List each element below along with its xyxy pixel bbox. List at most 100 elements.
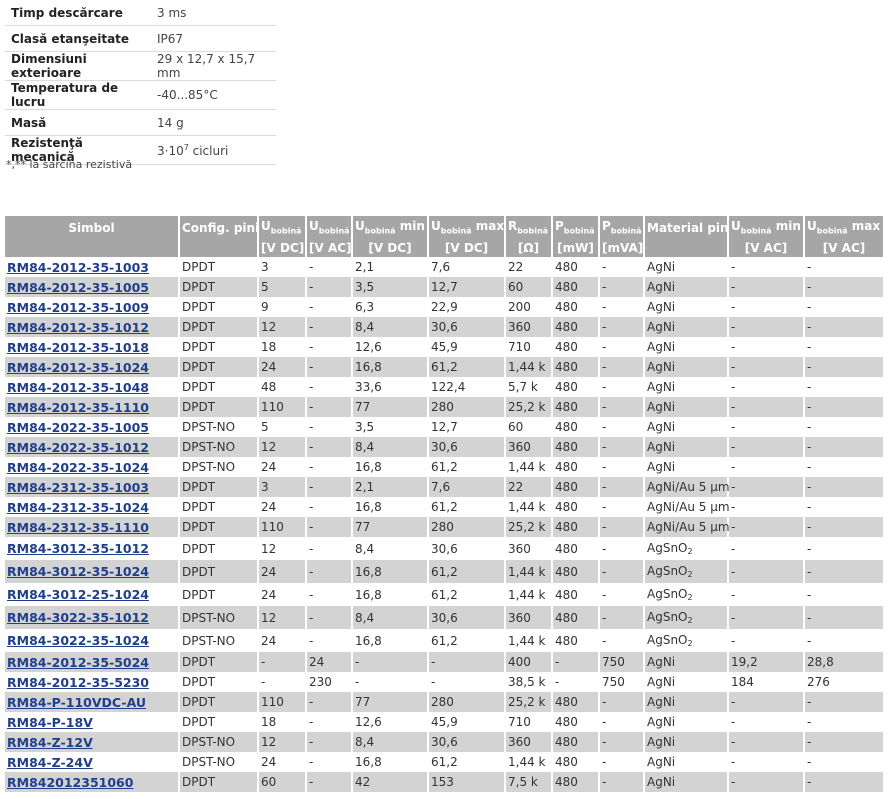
- cell-u-dc: 9: [259, 297, 307, 317]
- product-link[interactable]: RM84-Z-12V: [7, 735, 93, 750]
- product-link[interactable]: RM84-2012-35-5230: [7, 675, 149, 690]
- cell-config: DPST-NO: [180, 732, 259, 752]
- cell-u-ac: -: [307, 712, 353, 732]
- cell-u-min-dc: 77: [353, 397, 429, 417]
- cell-u-max-ac: -: [805, 417, 885, 437]
- cell-u-max-ac: -: [805, 297, 885, 317]
- cell-u-max-ac: -: [805, 629, 885, 652]
- table-row: RM84-2312-35-1110 DPDT 110-77 280 25,2 k 480-…: [5, 517, 885, 537]
- cell-simbol: RM84-3012-35-1012: [5, 537, 180, 560]
- product-link[interactable]: RM84-2012-35-1012: [7, 320, 149, 335]
- cell-p-mva: -: [600, 629, 645, 652]
- cell-u-min-dc: 3,5: [353, 277, 429, 297]
- cell-u-ac: -: [307, 477, 353, 497]
- cell-u-min-ac: -: [729, 752, 805, 772]
- cell-simbol: RM84-3022-35-1024: [5, 629, 180, 652]
- product-link[interactable]: RM84-3022-35-1012: [7, 610, 149, 625]
- cell-p-mva: -: [600, 712, 645, 732]
- product-link[interactable]: RM84-3022-35-1024: [7, 633, 149, 648]
- cell-material: AgNi/Au 5 µm: [645, 477, 730, 497]
- product-link[interactable]: RM84-2312-35-1024: [7, 500, 149, 515]
- product-link[interactable]: RM842012351060: [7, 775, 133, 790]
- cell-p-mva: -: [600, 377, 645, 397]
- cell-u-min-dc: 12,6: [353, 712, 429, 732]
- spec-row: Masă 14 g: [5, 109, 276, 136]
- cell-simbol: RM84-P-110VDC-AU: [5, 692, 180, 712]
- cell-p-mw: -: [553, 652, 600, 672]
- product-link[interactable]: RM84-3012-35-1012: [7, 541, 149, 556]
- cell-p-mw: 480: [553, 560, 600, 583]
- cell-u-ac: -: [307, 277, 353, 297]
- spec-value: 29 x 12,7 x 15,7 mm: [151, 51, 276, 81]
- cell-u-min-dc: 12,6: [353, 337, 429, 357]
- unit-cell: [mW]: [553, 239, 600, 257]
- cell-config: DPDT: [180, 537, 259, 560]
- cell-material: AgNi: [645, 417, 729, 437]
- cell-u-min-ac: -: [729, 560, 805, 583]
- cell-u-ac: -: [307, 772, 353, 792]
- cell-config: DPDT: [180, 712, 259, 732]
- cell-r: 1,44 k: [506, 629, 553, 652]
- table-row: RM84-2022-35-1012 DPST-NO 12-8,4 30,6 360 480…: [5, 437, 885, 457]
- cell-simbol: RM84-P-18V: [5, 712, 180, 732]
- cell-u-min-ac: 19,2: [729, 652, 805, 672]
- cell-material: AgNi: [645, 377, 729, 397]
- table-row: RM84-2022-35-1005 DPST-NO 5-3,5 12,7 60 480- A…: [5, 417, 885, 437]
- cell-u-max-dc: 12,7: [429, 417, 506, 437]
- cell-u-max-dc: 61,2: [429, 752, 506, 772]
- product-link[interactable]: RM84-P-18V: [7, 715, 93, 730]
- product-link[interactable]: RM84-2312-35-1003: [7, 480, 149, 495]
- cell-u-max-dc: 61,2: [429, 497, 506, 517]
- cell-u-min-dc: 42: [353, 772, 429, 792]
- cell-config: DPDT: [180, 772, 259, 792]
- product-link[interactable]: RM84-2012-35-5024: [7, 655, 149, 670]
- cell-r: 22: [506, 257, 553, 277]
- cell-u-max-ac: -: [805, 357, 885, 377]
- product-link[interactable]: RM84-3012-25-1024: [7, 587, 149, 602]
- cell-r: 1,44 k: [506, 752, 553, 772]
- product-link[interactable]: RM84-2012-35-1005: [7, 280, 149, 295]
- cell-u-min-ac: -: [729, 517, 805, 537]
- product-link[interactable]: RM84-3012-35-1024: [7, 564, 149, 579]
- cell-u-ac: -: [307, 606, 353, 629]
- product-link[interactable]: RM84-2012-35-1009: [7, 300, 149, 315]
- cell-config: DPDT: [180, 517, 259, 537]
- cell-p-mva: -: [600, 397, 645, 417]
- cell-simbol: RM84-2022-35-1024: [5, 457, 180, 477]
- cell-r: 400: [506, 652, 553, 672]
- cell-u-ac: -: [307, 517, 353, 537]
- cell-p-mw: 480: [553, 772, 600, 792]
- cell-u-min-ac: -: [729, 297, 805, 317]
- cell-u-min-ac: -: [729, 317, 805, 337]
- product-link[interactable]: RM84-2022-35-1012: [7, 440, 149, 455]
- cell-u-dc: 24: [259, 752, 307, 772]
- cell-u-max-ac: -: [805, 277, 885, 297]
- cell-p-mw: 480: [553, 732, 600, 752]
- product-link[interactable]: RM84-2012-35-1018: [7, 340, 149, 355]
- table-row: RM84-3012-35-1024 DPDT 24-16,8 61,2 1,44 k 48…: [5, 560, 885, 583]
- spec-row: Clasă etanşeitate IP67: [5, 25, 276, 52]
- cell-material: AgNi: [645, 652, 729, 672]
- product-link[interactable]: RM84-2012-35-1110: [7, 400, 149, 415]
- cell-u-max-dc: 30,6: [429, 606, 506, 629]
- product-link[interactable]: RM84-2022-35-1005: [7, 420, 149, 435]
- product-link[interactable]: RM84-2012-35-1024: [7, 360, 149, 375]
- cell-u-dc: -: [259, 672, 307, 692]
- product-link[interactable]: RM84-Z-24V: [7, 755, 93, 770]
- cell-u-min-ac: 184: [729, 672, 805, 692]
- cell-config: DPDT: [180, 652, 259, 672]
- product-link[interactable]: RM84-2012-35-1003: [7, 260, 149, 275]
- cell-u-max-ac: -: [805, 772, 885, 792]
- cell-material: AgNi/Au 5 µm: [645, 517, 730, 537]
- spec-table: Timp descărcare 3 ms Clasă etanşeitate IP67…: [5, 0, 276, 165]
- product-link[interactable]: RM84-2312-35-1110: [7, 520, 149, 535]
- unit-cell: [V AC]: [805, 239, 885, 257]
- cell-simbol: RM84-2022-35-1012: [5, 437, 180, 457]
- product-link[interactable]: RM84-2012-35-1048: [7, 380, 149, 395]
- cell-u-max-ac: -: [805, 497, 885, 517]
- cell-u-dc: -: [259, 652, 307, 672]
- product-link[interactable]: RM84-P-110VDC-AU: [7, 695, 146, 710]
- cell-p-mw: 480: [553, 317, 600, 337]
- cell-p-mw: 480: [553, 477, 600, 497]
- product-link[interactable]: RM84-2022-35-1024: [7, 460, 149, 475]
